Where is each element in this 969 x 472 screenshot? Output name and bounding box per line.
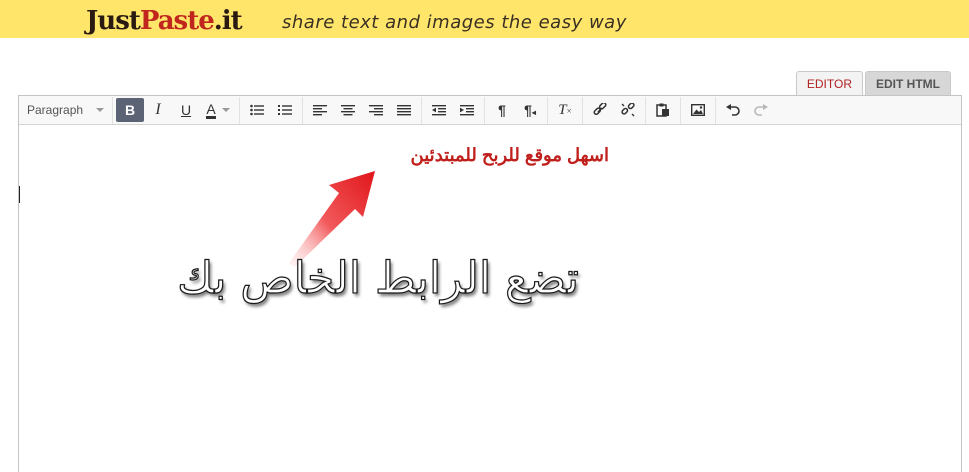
toolbar-group-history (716, 97, 778, 124)
site-tagline: share text and images the easy way (282, 12, 627, 33)
italic-icon: I (155, 101, 161, 118)
align-left-icon (313, 105, 327, 116)
toolbar-group-indent (422, 96, 485, 124)
bold-button[interactable]: B (116, 98, 144, 122)
indent-button[interactable] (453, 98, 481, 122)
editor-tabs: EDITOR EDIT HTML (795, 71, 951, 95)
editor-toolbar: Paragraph B I U A ¶ ¶◂ T× (19, 96, 961, 125)
page: JustPaste.it share text and images the e… (0, 0, 969, 472)
align-justify-icon (397, 105, 411, 116)
red-arrow-icon (289, 171, 375, 267)
editor-content-area[interactable]: اسهل موقع للربح للمبتدئين تضع الرابط الخ… (19, 125, 961, 472)
redo-icon (754, 104, 768, 116)
ltr-button[interactable]: ¶ (488, 98, 516, 122)
italic-button[interactable]: I (144, 98, 172, 122)
outdent-icon (432, 105, 446, 116)
text-color-icon: A (206, 100, 216, 119)
paste-button[interactable] (649, 98, 677, 122)
format-select-value: Paragraph (27, 103, 84, 117)
indent-icon (460, 105, 474, 116)
unlink-icon (621, 103, 635, 117)
logo-tld: .it (213, 6, 243, 36)
clear-format-icon: T× (558, 101, 572, 118)
editor: Paragraph B I U A ¶ ¶◂ T× اسهل موقع للرب… (18, 95, 962, 472)
link-button[interactable] (586, 98, 614, 122)
format-select[interactable]: Paragraph (19, 96, 113, 124)
undo-button[interactable] (719, 98, 747, 122)
bullet-list-icon (250, 104, 264, 116)
chevron-down-icon (96, 108, 104, 112)
align-left-button[interactable] (306, 98, 334, 122)
underline-icon: U (180, 102, 192, 118)
numbered-list-button[interactable] (271, 98, 299, 122)
callout-text: تضع الرابط الخاص بك (177, 252, 580, 304)
redo-button[interactable] (747, 98, 775, 122)
undo-icon (726, 104, 740, 116)
ltr-icon: ¶ (498, 102, 506, 118)
toolbar-group-text-style: B I U A (113, 96, 240, 124)
tab-edit-html[interactable]: EDIT HTML (865, 71, 951, 95)
logo-just: Just (86, 6, 141, 36)
toolbar-group-lists (240, 96, 303, 124)
toolbar-group-link (583, 96, 646, 124)
numbered-list-icon (278, 105, 292, 115)
align-right-button[interactable] (362, 98, 390, 122)
headline-text: اسهل موقع للربح للمبتدئين (410, 145, 609, 165)
clear-format-button[interactable]: T× (551, 98, 579, 122)
image-icon (691, 104, 705, 116)
toolbar-group-direction: ¶ ¶◂ (485, 96, 548, 124)
align-center-icon (341, 105, 355, 116)
toolbar-group-paste (646, 96, 681, 124)
text-cursor (19, 186, 20, 203)
text-color-button[interactable]: A (200, 98, 236, 122)
header-banner: JustPaste.it share text and images the e… (0, 0, 969, 38)
tab-editor[interactable]: EDITOR (795, 71, 863, 95)
link-icon (593, 103, 607, 116)
outdent-button[interactable] (425, 98, 453, 122)
site-logo[interactable]: JustPaste.it (86, 4, 243, 38)
rtl-button[interactable]: ¶◂ (516, 98, 544, 122)
align-center-button[interactable] (334, 98, 362, 122)
toolbar-group-image (681, 96, 716, 124)
bullet-list-button[interactable] (243, 98, 271, 122)
bold-icon: B (124, 102, 136, 118)
paste-icon (656, 103, 669, 117)
align-right-icon (369, 105, 383, 116)
chevron-down-icon (221, 108, 230, 112)
unlink-button[interactable] (614, 98, 642, 122)
image-button[interactable] (684, 98, 712, 122)
align-justify-button[interactable] (390, 98, 418, 122)
toolbar-group-clear: T× (548, 96, 583, 124)
underline-button[interactable]: U (172, 98, 200, 122)
toolbar-group-align (303, 96, 422, 124)
rtl-icon: ¶◂ (524, 102, 536, 118)
logo-paste: Paste (139, 6, 215, 36)
